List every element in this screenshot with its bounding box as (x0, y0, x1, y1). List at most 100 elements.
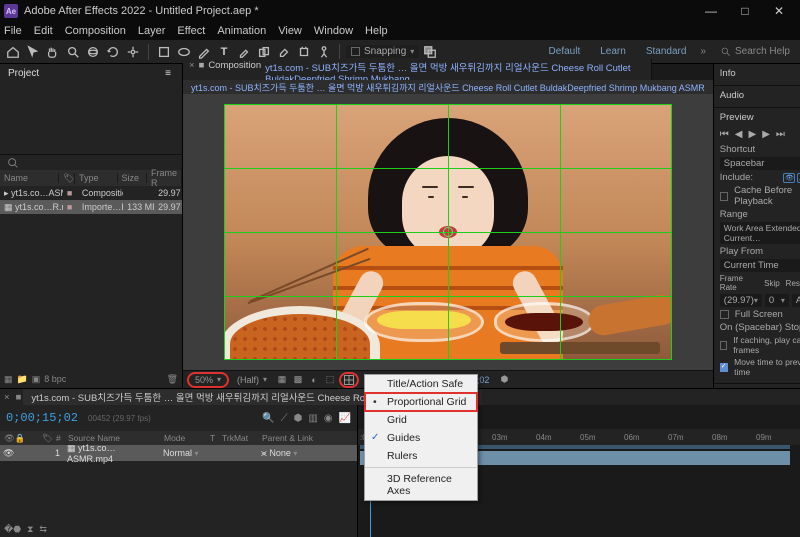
current-timecode[interactable]: 0;00;15;02 (6, 411, 78, 425)
fps-dropdown[interactable]: (29.97)▾ (720, 294, 762, 307)
zoom-dropdown[interactable]: 50% ▾ (187, 372, 229, 388)
project-columns: Name 🏷 Type Size Frame R (0, 170, 182, 186)
search-placeholder: Search Help (735, 46, 790, 57)
rect-tool-icon[interactable] (155, 43, 173, 61)
rotate-tool-icon[interactable] (104, 43, 122, 61)
cache-frames-checkbox[interactable] (720, 341, 728, 350)
search-help[interactable]: Search Help (714, 46, 796, 57)
panel-menu-icon[interactable]: ≡ (162, 68, 174, 79)
menu-bar: File Edit Composition Layer Effect Anima… (0, 22, 800, 40)
active-layer-name: yt1s.com - SUB치즈가득 두툼한 … 올면 먹방 새우튀김까지 리얼… (183, 80, 713, 94)
main-area: Project ≡ Name 🏷 Type Size Frame R ▸ yt1s… (0, 64, 800, 388)
project-row[interactable]: ▦ yt1s.co…R.mp4 ■ Importe…EX 133 MB 29.9… (0, 200, 182, 214)
video-preview (224, 104, 672, 360)
info-panel-header[interactable]: Info (720, 68, 736, 79)
menu-composition[interactable]: Composition (65, 25, 126, 37)
menu-edit[interactable]: Edit (34, 25, 53, 37)
menu-guides[interactable]: Guides (365, 429, 477, 447)
right-panels: Info≡ Audio≡ Preview≡ ⏮ ◀ ▶ ▶ ⏭ Shortcut… (713, 64, 800, 388)
fullscreen-checkbox[interactable] (720, 310, 729, 319)
zoom-tool-icon[interactable] (64, 43, 82, 61)
next-frame-icon[interactable]: ▶ (762, 129, 770, 140)
resolution-dropdown[interactable]: (Half) ▾ (231, 373, 273, 387)
workspace-default[interactable]: Default (543, 46, 587, 57)
include-label: Include: (720, 172, 753, 183)
close-button[interactable]: ✕ (762, 1, 796, 21)
composition-panel: × ■ Composition yt1s.com - SUB치즈가득 두툼한 …… (183, 64, 713, 388)
menu-animation[interactable]: Animation (217, 25, 266, 37)
shortcut-dropdown[interactable]: Spacebar▾ (720, 157, 800, 170)
snapping-label: Snapping (364, 46, 406, 57)
project-panel: Project ≡ Name 🏷 Type Size Frame R ▸ yt1s… (0, 64, 183, 388)
search-layers-icon[interactable]: 🔍 (262, 413, 274, 424)
minimize-button[interactable]: — (694, 1, 728, 21)
menu-effect[interactable]: Effect (177, 25, 205, 37)
menu-grid[interactable]: Grid (365, 411, 477, 429)
range-dropdown[interactable]: Work Area Extended By Current…▾ (720, 222, 800, 244)
timeline-close-icon[interactable]: × (0, 392, 14, 403)
home-icon[interactable] (4, 43, 22, 61)
project-row[interactable]: ▸ yt1s.co…ASMR ■ Composition 29.97 (0, 186, 182, 200)
project-footer: ▦ 📁 ▣ 8 bpc 🗑 (0, 370, 182, 388)
graph-editor-icon[interactable]: 📈 (339, 413, 351, 424)
mask-toggle-icon[interactable]: ◐ (307, 375, 321, 385)
include-video-icon[interactable]: 👁 (783, 173, 795, 183)
workspace-standard[interactable]: Standard (640, 46, 693, 57)
timeline-layer-list: 0;00;15;02 00452 (29.97 fps) 🔍 ⟋ ⬢ ▥ ◉ 📈… (0, 405, 358, 537)
hand-tool-icon[interactable] (44, 43, 62, 61)
motion-blur-icon[interactable]: ◉ (324, 413, 333, 424)
draft3d-icon[interactable]: ⬢ (497, 374, 511, 385)
current-frame: 00452 (29.97 fps) (88, 414, 151, 423)
preview-panel-header[interactable]: Preview (720, 112, 754, 123)
res-dropdown[interactable]: Auto▾ (792, 294, 800, 307)
playfrom-dropdown[interactable]: Current Time▾ (720, 259, 800, 272)
cache-before-checkbox[interactable] (720, 192, 728, 201)
draft3d-icon[interactable]: ⬢ (294, 413, 303, 424)
playback-controls: ⏮ ◀ ▶ ▶ ⏭ (720, 125, 800, 144)
title-bar: Ae Adobe After Effects 2022 - Untitled P… (0, 0, 800, 22)
trash-icon[interactable]: 🗑 (167, 374, 178, 385)
toggle-panes-icon[interactable]: ⇆ (39, 524, 47, 535)
menu-rulers[interactable]: Rulers (365, 447, 477, 465)
fast-preview-icon[interactable]: ▦ (275, 374, 289, 385)
shy-icon[interactable]: ⟋ (281, 413, 288, 424)
project-tab[interactable]: Project (8, 68, 39, 79)
transparency-grid-icon[interactable]: ▩ (291, 374, 305, 385)
anchor-tool-icon[interactable] (124, 43, 142, 61)
toggle-switches-icon[interactable]: �⬣ (4, 524, 21, 535)
region-icon[interactable]: ⬚ (323, 374, 337, 385)
selection-tool-icon[interactable] (24, 43, 42, 61)
menu-title-action-safe[interactable]: Title/Action Safe (365, 375, 477, 393)
composition-viewer[interactable] (183, 94, 713, 370)
bpc-indicator[interactable]: 8 bpc (44, 374, 66, 384)
visibility-icon[interactable]: 👁 (3, 448, 14, 458)
menu-view[interactable]: View (278, 25, 302, 37)
first-frame-icon[interactable]: ⏮ (720, 129, 729, 140)
workspace-learn[interactable]: Learn (594, 46, 632, 57)
menu-window[interactable]: Window (314, 25, 353, 37)
render-time-icon[interactable]: ⧗ (27, 524, 33, 535)
menu-layer[interactable]: Layer (138, 25, 166, 37)
menu-proportional-grid[interactable]: Proportional Grid (365, 393, 477, 411)
timeline-layer-row[interactable]: 👁 1 ▦ yt1s.co…ASMR.mp4 Normal ▾ ⪤ None ▾ (0, 445, 357, 461)
interpret-icon[interactable]: ▦ (4, 374, 13, 385)
frame-blend-icon[interactable]: ▥ (308, 413, 317, 424)
grid-options-button[interactable] (339, 372, 359, 388)
playfrom-label: Play From (720, 246, 800, 257)
skip-dropdown[interactable]: 0▾ (765, 294, 789, 307)
play-icon[interactable]: ▶ (749, 129, 757, 140)
last-frame-icon[interactable]: ⏭ (776, 129, 785, 140)
anchor-point-icon (443, 227, 453, 237)
audio-panel-header[interactable]: Audio (720, 90, 744, 101)
orbit-tool-icon[interactable] (84, 43, 102, 61)
snapping-toggle[interactable]: Snapping ▾ (346, 45, 419, 58)
menu-file[interactable]: File (4, 25, 22, 37)
move-time-checkbox[interactable] (720, 363, 728, 372)
prev-frame-icon[interactable]: ◀ (735, 129, 743, 140)
maximize-button[interactable]: □ (728, 1, 762, 21)
search-icon[interactable] (6, 156, 20, 170)
menu-3d-reference-axes[interactable]: 3D Reference Axes (365, 470, 477, 500)
new-folder-icon[interactable]: 📁 (17, 374, 28, 385)
menu-help[interactable]: Help (365, 25, 388, 37)
new-comp-icon[interactable]: ▣ (32, 374, 41, 385)
